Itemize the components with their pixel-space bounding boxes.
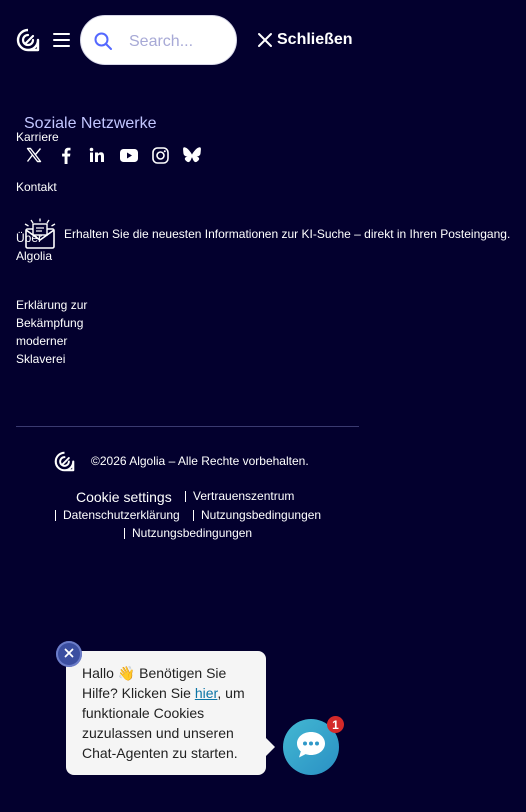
x-icon[interactable] (25, 146, 43, 164)
close-icon (64, 645, 74, 663)
linkedin-icon[interactable] (88, 146, 106, 164)
terms-of-use-link[interactable]: Nutzungsbedingungen (201, 508, 321, 522)
youtube-icon[interactable] (119, 146, 138, 164)
algolia-logo-icon[interactable] (16, 28, 40, 52)
footer-separator (124, 528, 125, 539)
search-box[interactable] (80, 15, 237, 65)
newsletter-text: Erhalten Sie die neuesten Informationen … (64, 227, 511, 241)
algolia-footer-logo-icon (54, 451, 75, 472)
chat-bubble-tail (266, 738, 275, 756)
social-icons-row (25, 146, 214, 164)
terms-of-use-link-2[interactable]: Nutzungsbedingungen (132, 526, 252, 540)
menu-hamburger-icon[interactable] (53, 33, 71, 47)
instagram-icon[interactable] (151, 146, 169, 164)
contact-link[interactable]: Kontakt (16, 180, 57, 194)
bluesky-icon[interactable] (182, 146, 201, 164)
careers-link[interactable]: Karriere (16, 130, 59, 144)
modern-slavery-statement-link[interactable]: Erklärung zur Bekämpfung moderner Sklave… (16, 296, 96, 368)
search-icon (93, 31, 113, 51)
close-label: Schließen (277, 31, 353, 48)
cookie-settings-button[interactable]: Cookie settings (76, 489, 172, 505)
facebook-icon[interactable] (57, 146, 75, 164)
close-icon (257, 32, 273, 48)
footer-divider (16, 426, 359, 427)
chat-unread-badge: 1 (327, 716, 344, 733)
chat-enable-cookies-link[interactable]: hier (195, 685, 218, 701)
chat-bubble-icon (295, 730, 327, 765)
chat-greeting: Hallo (82, 665, 114, 681)
wave-emoji-icon: 👋 (117, 665, 136, 681)
newsletter-envelope-icon (22, 218, 58, 250)
trust-center-link[interactable]: Vertrauenszentrum (193, 489, 294, 503)
copyright-text: ©2026 Algolia – Alle Rechte vorbehalten. (91, 454, 309, 468)
search-input[interactable] (127, 30, 231, 54)
close-menu-button[interactable]: Schließen (257, 30, 353, 50)
chat-greeting-bubble: Hallo 👋 Benötigen Sie Hilfe? Klicken Sie… (66, 651, 266, 775)
chat-bubble-close-button[interactable] (56, 641, 82, 667)
footer-separator (55, 510, 56, 521)
footer-separator (193, 510, 194, 521)
privacy-policy-link[interactable]: Datenschutzerklärung (63, 508, 180, 522)
footer-separator (185, 491, 186, 502)
